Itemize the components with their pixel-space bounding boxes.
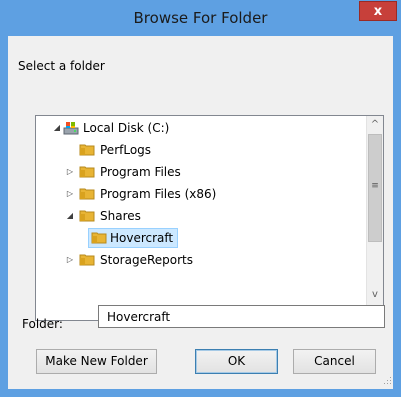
tree-item-perflogs[interactable]: PerfLogs [36, 140, 366, 160]
collapsed-arrow-icon[interactable]: ▷ [65, 250, 75, 270]
resize-grip-icon[interactable] [384, 377, 392, 385]
tree-item-storage-reports[interactable]: ▷ StorageReports [36, 250, 366, 270]
grip-icon: ≡ [371, 181, 379, 191]
title-bar[interactable]: Browse For Folder x [0, 0, 401, 36]
collapsed-arrow-icon[interactable]: ▷ [65, 184, 75, 204]
tree-item-program-files[interactable]: ▷ Program Files [36, 162, 366, 182]
tree-item-label: Local Disk (C:) [83, 121, 170, 135]
dialog-body: Select a folder ◢ Local Disk (C:) PerfLo… [8, 36, 393, 389]
tree-item-local-disk[interactable]: ◢ Local Disk (C:) [36, 118, 366, 138]
cancel-button[interactable]: Cancel [293, 349, 376, 374]
dialog-title: Browse For Folder [133, 9, 268, 27]
expanded-arrow-icon[interactable]: ◢ [52, 118, 62, 138]
tree-item-label: Program Files (x86) [100, 187, 217, 201]
scroll-up-button[interactable]: ^ [367, 116, 383, 133]
tree-item-label: StorageReports [100, 253, 193, 267]
folder-icon [79, 254, 95, 266]
folder-input[interactable] [98, 305, 385, 328]
prompt-text: Select a folder [18, 59, 105, 73]
folder-icon [79, 188, 95, 200]
browse-for-folder-dialog: Browse For Folder x Select a folder ◢ Lo… [0, 0, 401, 397]
close-button[interactable]: x [359, 1, 397, 21]
make-new-folder-button[interactable]: Make New Folder [36, 349, 157, 374]
tree-item-label: Program Files [100, 165, 181, 179]
ok-button[interactable]: OK [195, 349, 278, 374]
folder-field-label: Folder: [22, 317, 63, 331]
folder-icon [79, 210, 95, 222]
expanded-arrow-icon[interactable]: ◢ [65, 206, 75, 226]
folder-icon [91, 232, 107, 244]
tree-item-program-files-x86[interactable]: ▷ Program Files (x86) [36, 184, 366, 204]
tree-item-label: PerfLogs [100, 143, 152, 157]
folder-tree[interactable]: ◢ Local Disk (C:) PerfLogs ▷ Program Fil… [35, 115, 384, 321]
folder-icon [79, 144, 95, 156]
tree-item-hovercraft[interactable]: Hovercraft [36, 228, 366, 248]
tree-item-label: Shares [100, 209, 141, 223]
collapsed-arrow-icon[interactable]: ▷ [65, 162, 75, 182]
folder-tree-items: ◢ Local Disk (C:) PerfLogs ▷ Program Fil… [36, 116, 366, 320]
folder-icon [79, 166, 95, 178]
tree-item-shares[interactable]: ◢ Shares [36, 206, 366, 226]
scroll-down-button[interactable]: v [367, 286, 383, 303]
vertical-scrollbar[interactable]: ^ ≡ v [366, 116, 383, 320]
drive-icon [63, 122, 79, 135]
scroll-thumb[interactable]: ≡ [368, 134, 382, 242]
